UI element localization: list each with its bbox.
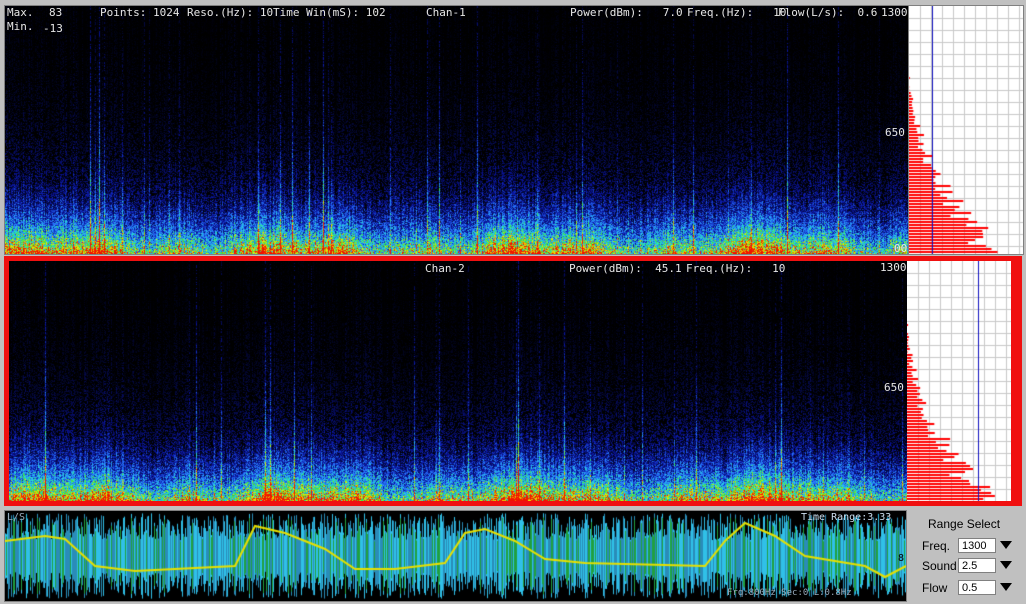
range-select-panel: Range Select Freq. 1300 Sound 2.5 Flow 0… [908, 512, 1026, 604]
chan1-spectrogram [5, 6, 908, 254]
sound-range-dropdown-icon[interactable] [1000, 561, 1012, 569]
freq-range-dropdown-icon[interactable] [1000, 541, 1012, 549]
points-readout: Points: 1024 [100, 6, 180, 19]
flow-range-dropdown-icon[interactable] [1000, 583, 1012, 591]
chan2-spectrogram [9, 261, 909, 501]
chan2-title: Chan-2 [425, 262, 465, 275]
range-select-title: Range Select [928, 517, 1001, 531]
chan1-y-top-label: 1300 [881, 6, 908, 19]
freq-range-select[interactable]: 1300 [958, 538, 996, 553]
chan2-y-mid-label: 650 [884, 381, 904, 394]
chan1-y-bottom-label: 00 [894, 242, 908, 255]
sound-range-select[interactable]: 2.5 [958, 558, 996, 573]
chan2-histogram [907, 261, 1011, 501]
chan1-spectrogram-panel[interactable]: Max. 83 Min. -13 Points: 1024 Reso.(Hz):… [4, 5, 909, 255]
chan1-title: Chan-1 [426, 6, 466, 19]
waveform-status-text: Frq:800Hz Sec:0 L:0.8Hz [727, 588, 852, 598]
chan2-freq-readout: Freq.(Hz): 10 [686, 262, 786, 275]
chan2-y-top-label: 1300 [880, 261, 907, 274]
chan1-histogram-bars [909, 6, 1023, 254]
chan1-histogram [908, 5, 1024, 255]
waveform-panel[interactable]: L/S Time Range:3.33 Frq:800Hz Sec:0 L:0.… [4, 510, 907, 602]
flow-axis-label: L/S [7, 512, 26, 523]
resolution-readout: Reso.(Hz): 10 [187, 6, 274, 19]
waveform-right-marker: 8 [898, 553, 905, 564]
chan2-spectrogram-panel[interactable]: Chan-2 Power(dBm): 45.1 Freq.(Hz): 10 13… [9, 261, 909, 501]
chan1-freq-readout: Freq.(Hz): 10 [687, 6, 787, 19]
chan2-histogram-bars [907, 261, 1011, 501]
chan1-flow-readout: Flow(L/s): 0.6 [778, 6, 878, 19]
min-value: -13 [43, 22, 63, 35]
time-window-readout: Time Win(mS): 102 [273, 6, 386, 19]
chan2-power-readout: Power(dBm): 45.1 [569, 262, 682, 275]
freq-range-label: Freq. [922, 539, 951, 553]
max-label: Max. [7, 6, 34, 19]
flow-range-label: Flow [922, 581, 948, 595]
max-value: 83 [49, 6, 63, 19]
sound-range-label: Sound [922, 559, 957, 573]
time-range-readout: Time Range:3.33 [801, 512, 892, 523]
flow-range-select[interactable]: 0.5 [958, 580, 996, 595]
chan2-selected-frame[interactable]: Chan-2 Power(dBm): 45.1 Freq.(Hz): 10 13… [4, 256, 1022, 506]
chan1-y-mid-label: 650 [885, 126, 905, 139]
chan1-power-readout: Power(dBm): 7.0 [570, 6, 683, 19]
min-label: Min. [7, 20, 34, 33]
